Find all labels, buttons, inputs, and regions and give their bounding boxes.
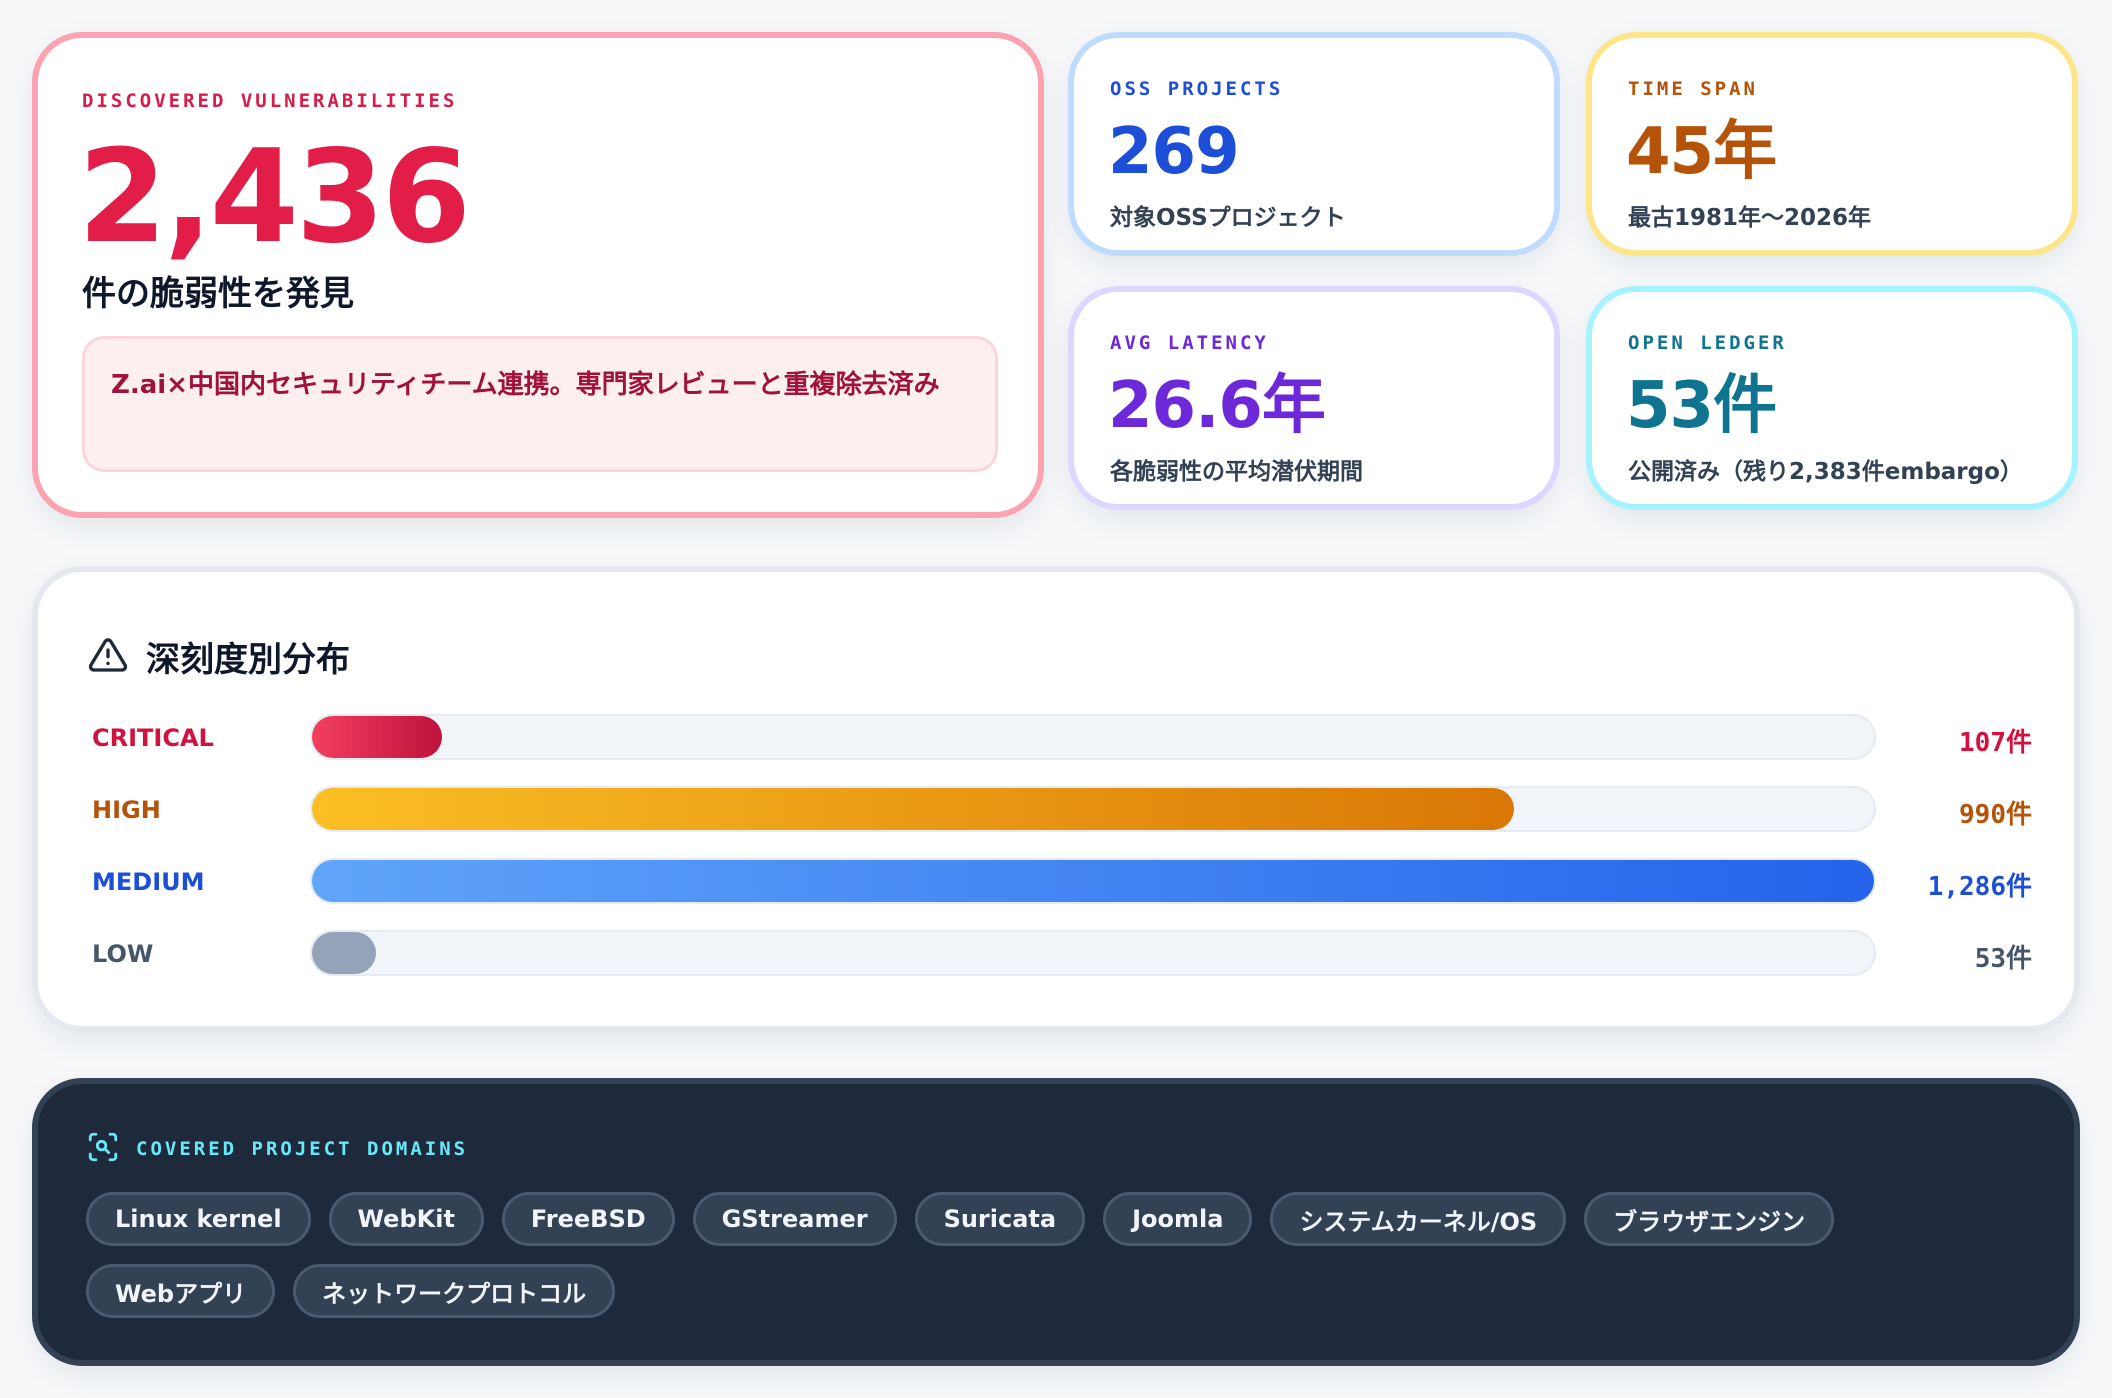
avg-latency-card: AVG LATENCY 26.6年 各脆弱性の平均潜伏期間 bbox=[1068, 286, 1560, 510]
time-span-card: TIME SPAN 45年 最古1981年〜2026年 bbox=[1586, 32, 2078, 256]
domain-chip[interactable]: GStreamer bbox=[692, 1192, 897, 1246]
vulnerabilities-label: DISCOVERED VULNERABILITIES bbox=[82, 90, 458, 112]
severity-track bbox=[310, 714, 1876, 760]
severity-count: 990件 bbox=[1959, 800, 2032, 830]
time-span-sub: 最古1981年〜2026年 bbox=[1628, 205, 1872, 231]
vulnerabilities-count: 2,436 bbox=[78, 123, 471, 272]
vulnerabilities-card: DISCOVERED VULNERABILITIES 2,436 件の脆弱性を発… bbox=[32, 32, 1044, 518]
open-ledger-card: OPEN LEDGER 53件 公開済み（残り2,383件embargo） bbox=[1586, 286, 2078, 510]
severity-row-medium: MEDIUM 1,286件 bbox=[92, 858, 2032, 906]
severity-bar bbox=[312, 788, 1515, 830]
vulnerabilities-caption: 件の脆弱性を発見 bbox=[82, 274, 354, 314]
open-ledger-label: OPEN LEDGER bbox=[1628, 332, 1787, 354]
oss-projects-value: 269 bbox=[1108, 115, 1240, 189]
severity-distribution-card: 深刻度別分布 CRITICAL 107件 HIGH 990件 MEDIUM 1,… bbox=[32, 566, 2080, 1032]
open-ledger-sub: 公開済み（残り2,383件embargo） bbox=[1628, 459, 2023, 485]
severity-count: 1,286件 bbox=[1927, 872, 2032, 902]
dashboard: DISCOVERED VULNERABILITIES 2,436 件の脆弱性を発… bbox=[0, 0, 2112, 1398]
domain-chip[interactable]: ブラウザエンジン bbox=[1584, 1192, 1835, 1246]
severity-row-critical: CRITICAL 107件 bbox=[92, 714, 2032, 762]
oss-projects-sub: 対象OSSプロジェクト bbox=[1110, 205, 1346, 231]
domain-chip-list: Linux kernel WebKit FreeBSD GStreamer Su… bbox=[86, 1192, 1986, 1318]
domain-chip[interactable]: Joomla bbox=[1103, 1192, 1253, 1246]
severity-title: 深刻度別分布 bbox=[146, 640, 350, 680]
severity-label: CRITICAL bbox=[92, 724, 214, 752]
scan-search-icon bbox=[86, 1130, 120, 1168]
severity-count: 53件 bbox=[1974, 944, 2032, 974]
severity-header: 深刻度別分布 bbox=[88, 632, 350, 681]
warning-triangle-icon bbox=[88, 635, 128, 679]
severity-bar bbox=[312, 716, 442, 758]
avg-latency-value: 26.6年 bbox=[1108, 369, 1326, 443]
open-ledger-value: 53件 bbox=[1626, 369, 1777, 443]
avg-latency-label: AVG LATENCY bbox=[1110, 332, 1269, 354]
domains-label: COVERED PROJECT DOMAINS bbox=[136, 1138, 469, 1160]
avg-latency-sub: 各脆弱性の平均潜伏期間 bbox=[1110, 459, 1363, 485]
severity-bar bbox=[312, 860, 1874, 902]
severity-row-low: LOW 53件 bbox=[92, 930, 2032, 978]
project-domains-card: COVERED PROJECT DOMAINS Linux kernel Web… bbox=[32, 1078, 2080, 1366]
oss-projects-label: OSS PROJECTS bbox=[1110, 78, 1284, 100]
time-span-label: TIME SPAN bbox=[1628, 78, 1758, 100]
domain-chip[interactable]: Linux kernel bbox=[86, 1192, 311, 1246]
severity-track bbox=[310, 858, 1876, 904]
domain-chip[interactable]: システムカーネル/OS bbox=[1270, 1192, 1567, 1246]
collaboration-note: Z.ai×中国内セキュリティチーム連携。専門家レビューと重複除去済み bbox=[82, 336, 998, 472]
domains-header: COVERED PROJECT DOMAINS bbox=[86, 1130, 468, 1168]
severity-track bbox=[310, 930, 1876, 976]
severity-label: HIGH bbox=[92, 796, 161, 824]
domain-chip[interactable]: Webアプリ bbox=[86, 1264, 276, 1318]
severity-label: LOW bbox=[92, 940, 154, 968]
severity-count: 107件 bbox=[1959, 728, 2032, 758]
time-span-value: 45年 bbox=[1626, 115, 1777, 189]
severity-track bbox=[310, 786, 1876, 832]
domain-chip[interactable]: ネットワークプロトコル bbox=[293, 1264, 616, 1318]
severity-label: MEDIUM bbox=[92, 868, 205, 896]
severity-bar bbox=[312, 932, 377, 974]
domain-chip[interactable]: WebKit bbox=[328, 1192, 484, 1246]
domain-chip[interactable]: FreeBSD bbox=[501, 1192, 675, 1246]
oss-projects-card: OSS PROJECTS 269 対象OSSプロジェクト bbox=[1068, 32, 1560, 256]
domain-chip[interactable]: Suricata bbox=[914, 1192, 1086, 1246]
severity-row-high: HIGH 990件 bbox=[92, 786, 2032, 834]
